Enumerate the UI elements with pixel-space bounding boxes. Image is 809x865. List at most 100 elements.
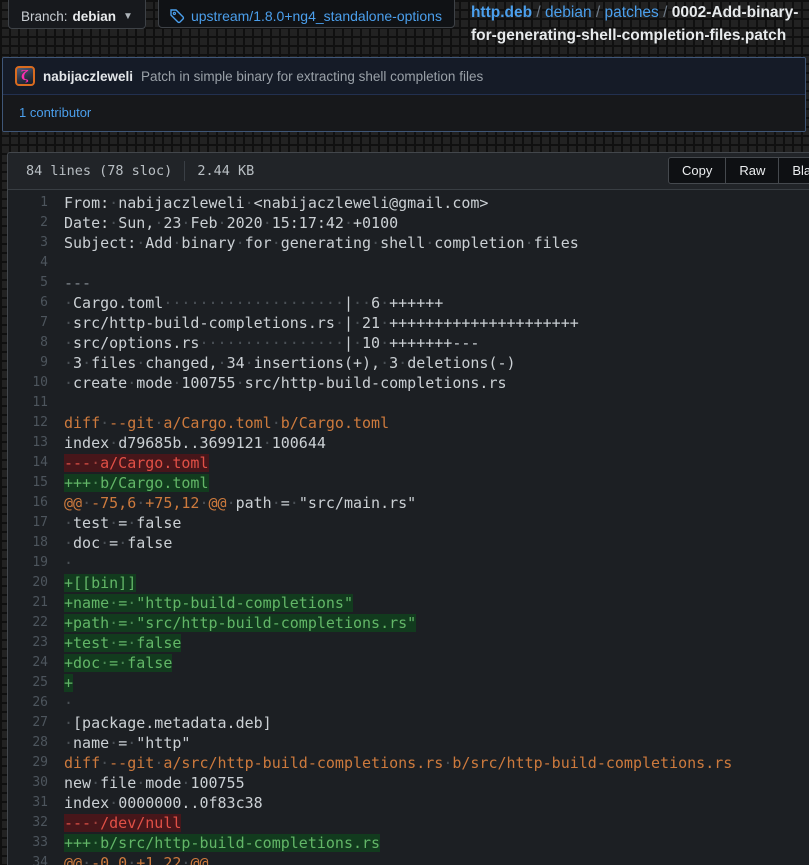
tag-name: upstream/1.8.0+ng4_standalone-options: [191, 8, 442, 24]
line-number[interactable]: 24: [8, 653, 48, 673]
code-line: 25+: [8, 673, 809, 693]
breadcrumb-separator: /: [663, 4, 667, 21]
commit-author-link[interactable]: nabijaczleweli: [43, 69, 133, 84]
contributors-row: 1 contributor: [3, 95, 805, 131]
line-number[interactable]: 25: [8, 673, 48, 693]
line-number[interactable]: 26: [8, 693, 48, 713]
code-text: ·: [48, 693, 73, 713]
code-line: 29diff·--git·a/src/http-build-completion…: [8, 753, 809, 773]
code-line: 34@@·-0,0·+1,22·@@: [8, 853, 809, 865]
code-line: 14---·a/Cargo.toml: [8, 453, 809, 473]
line-number[interactable]: 6: [8, 293, 48, 313]
commit-message[interactable]: Patch in simple binary for extracting sh…: [141, 69, 483, 84]
line-number[interactable]: 17: [8, 513, 48, 533]
line-number[interactable]: 11: [8, 393, 48, 413]
line-number[interactable]: 32: [8, 813, 48, 833]
line-number[interactable]: 31: [8, 793, 48, 813]
line-number[interactable]: 15: [8, 473, 48, 493]
line-number[interactable]: 9: [8, 353, 48, 373]
line-number[interactable]: 13: [8, 433, 48, 453]
line-number[interactable]: 29: [8, 753, 48, 773]
code-text: ·create·mode·100755·src/http-build-compl…: [48, 373, 507, 393]
code-text: ·src/http-build-completions.rs·|·21·++++…: [48, 313, 579, 333]
line-number[interactable]: 33: [8, 833, 48, 853]
code-text: ·[package.metadata.deb]: [48, 713, 272, 733]
code-line: 16@@·-75,6·+75,12·@@·path·=·"src/main.rs…: [8, 493, 809, 513]
line-number[interactable]: 2: [8, 213, 48, 233]
latest-commit-box: ζ nabijaczleweli Patch in simple binary …: [2, 57, 806, 132]
code-text: ·name·=·"http": [48, 733, 190, 753]
tag-chip[interactable]: upstream/1.8.0+ng4_standalone-options: [158, 0, 455, 28]
code-text: From:·nabijaczleweli·<nabijaczleweli@gma…: [48, 193, 488, 213]
code-line: 21+name·=·"http-build-completions": [8, 593, 809, 613]
tag-icon: [169, 8, 185, 24]
branch-label: Branch:: [21, 9, 68, 24]
line-number[interactable]: 30: [8, 773, 48, 793]
code-line: 3Subject:·Add·binary·for·generating·shel…: [8, 233, 809, 253]
code-line: 7·src/http-build-completions.rs·|·21·+++…: [8, 313, 809, 333]
code-text: +name·=·"http-build-completions": [48, 593, 353, 613]
line-number[interactable]: 16: [8, 493, 48, 513]
line-number[interactable]: 21: [8, 593, 48, 613]
breadcrumb-separator: /: [536, 4, 540, 21]
code-text: diff·--git·a/src/http-build-completions.…: [48, 753, 732, 773]
code-line: 9·3·files·changed,·34·insertions(+),·3·d…: [8, 353, 809, 373]
code-text: @@·-75,6·+75,12·@@·path·=·"src/main.rs": [48, 493, 416, 513]
line-number[interactable]: 19: [8, 553, 48, 573]
code-text: ·test·=·false: [48, 513, 181, 533]
line-number[interactable]: 20: [8, 573, 48, 593]
code-text: ·3·files·changed,·34·insertions(+),·3·de…: [48, 353, 516, 373]
code-line: 33+++·b/src/http-build-completions.rs: [8, 833, 809, 853]
line-number[interactable]: 5: [8, 273, 48, 293]
breadcrumb: http.deb / debian / patches / 0002-Add-b…: [471, 1, 809, 47]
code-line: 26·: [8, 693, 809, 713]
code-text: +test·=·false: [48, 633, 181, 653]
code-line: 15+++·b/Cargo.toml: [8, 473, 809, 493]
file-header: 84 lines (78 sloc) 2.44 KB Copy Raw Blam…: [8, 153, 809, 190]
code-text: [48, 253, 64, 273]
line-number[interactable]: 14: [8, 453, 48, 473]
code-line: 18·doc·=·false: [8, 533, 809, 553]
code-lines: 1From:·nabijaczleweli·<nabijaczleweli@gm…: [8, 190, 809, 865]
breadcrumb-dir-debian[interactable]: debian: [545, 4, 592, 21]
avatar[interactable]: ζ: [15, 66, 35, 86]
code-line: 6·Cargo.toml····················|··6·+++…: [8, 293, 809, 313]
line-number[interactable]: 8: [8, 333, 48, 353]
code-text: +doc·=·false: [48, 653, 172, 673]
line-number[interactable]: 28: [8, 733, 48, 753]
line-number[interactable]: 22: [8, 613, 48, 633]
line-number[interactable]: 34: [8, 853, 48, 865]
breadcrumb-dir-patches[interactable]: patches: [605, 4, 659, 21]
contributors-link[interactable]: 1 contributor: [19, 105, 91, 120]
code-line: 10·create·mode·100755·src/http-build-com…: [8, 373, 809, 393]
code-line: 20+[[bin]]: [8, 573, 809, 593]
code-line: 32---·/dev/null: [8, 813, 809, 833]
line-number[interactable]: 4: [8, 253, 48, 273]
code-line: 30new·file·mode·100755: [8, 773, 809, 793]
breadcrumb-repo-link[interactable]: http.deb: [471, 4, 532, 21]
line-number[interactable]: 23: [8, 633, 48, 653]
line-number[interactable]: 1: [8, 193, 48, 213]
line-number[interactable]: 12: [8, 413, 48, 433]
line-number[interactable]: 3: [8, 233, 48, 253]
line-number[interactable]: 18: [8, 533, 48, 553]
code-line: 27·[package.metadata.deb]: [8, 713, 809, 733]
commit-summary-row: ζ nabijaczleweli Patch in simple binary …: [3, 58, 805, 95]
blame-button[interactable]: Blame: [778, 157, 809, 184]
code-text: +[[bin]]: [48, 573, 136, 593]
code-line: 8·src/options.rs················|·10·+++…: [8, 333, 809, 353]
code-text: index·0000000..0f83c38: [48, 793, 263, 813]
copy-button[interactable]: Copy: [668, 157, 726, 184]
code-text: +++·b/src/http-build-completions.rs: [48, 833, 380, 853]
line-number[interactable]: 7: [8, 313, 48, 333]
code-text: Subject:·Add·binary·for·generating·shell…: [48, 233, 579, 253]
file-view-box: 84 lines (78 sloc) 2.44 KB Copy Raw Blam…: [7, 152, 809, 865]
code-line: 12diff·--git·a/Cargo.toml·b/Cargo.toml: [8, 413, 809, 433]
code-text: Date:·Sun,·23·Feb·2020·15:17:42·+0100: [48, 213, 398, 233]
line-number[interactable]: 27: [8, 713, 48, 733]
line-number[interactable]: 10: [8, 373, 48, 393]
top-bar: Branch: debian ▼ upstream/1.8.0+ng4_stan…: [0, 0, 809, 52]
raw-button[interactable]: Raw: [725, 157, 779, 184]
code-text: +++·b/Cargo.toml: [48, 473, 209, 493]
branch-selector-button[interactable]: Branch: debian ▼: [8, 0, 146, 29]
